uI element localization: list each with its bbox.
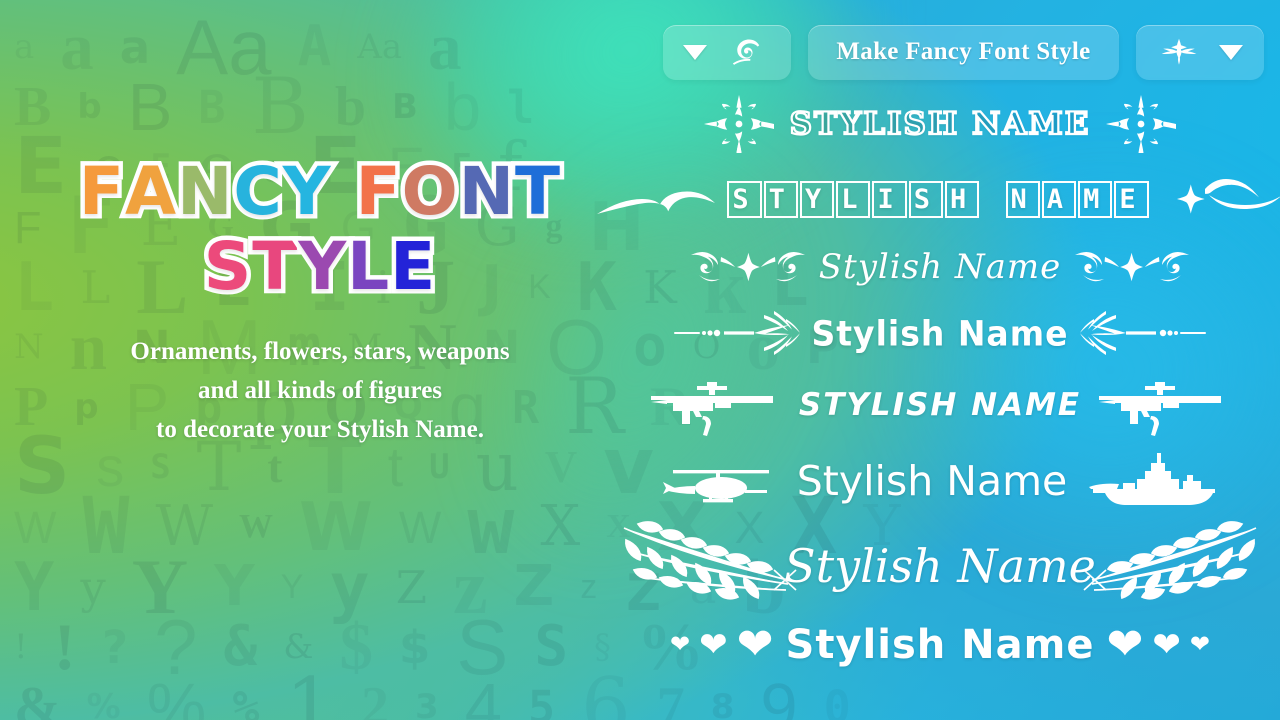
- boxed-letter: A: [1041, 180, 1077, 218]
- helicopter-icon: [659, 452, 777, 510]
- heart-icon: ❤: [1152, 626, 1181, 664]
- font-sample-text: Stylish Name: [784, 539, 1096, 593]
- heart-icon: ❤: [670, 631, 691, 658]
- title-letter: O: [397, 153, 462, 230]
- title-letter: T: [511, 153, 565, 230]
- boxed-letter: L: [836, 180, 871, 218]
- font-sample-text: Stylish Name: [785, 622, 1095, 668]
- font-sample-list: STYLISH NAME S T Y L I S H N A M E Styli…: [597, 88, 1280, 676]
- page-title-line-1: FANCY FONT: [0, 153, 640, 230]
- assault-rifle-icon: [1097, 372, 1231, 438]
- warship-icon: [1087, 451, 1221, 511]
- chevron-down-icon: [1219, 44, 1243, 60]
- winged-flourish-icon: [1161, 38, 1197, 65]
- boxed-letter: H: [945, 180, 980, 218]
- page-title-line-2: STYLE: [0, 227, 640, 305]
- title-letter: F: [74, 153, 128, 230]
- hero-subtitle-line: Ornaments, flowers, stars, weapons: [130, 338, 510, 366]
- title-letter: A: [121, 153, 181, 230]
- font-sample-whimsical[interactable]: Stylish Name: [600, 234, 1280, 300]
- font-sample-rounded[interactable]: Stylish Name: [600, 444, 1280, 518]
- app-canvas: aaaAaAAaaBbBBBbBblEeEeeEEFfFFEGGGGGgHLLL…: [0, 0, 1280, 720]
- font-sample-text: STYLISH NAME: [789, 105, 1091, 143]
- font-sample-western[interactable]: STYLISH NAME: [600, 88, 1280, 160]
- laurel-branch-icon: [1078, 518, 1264, 614]
- flourish-diamond-icon: [1069, 239, 1195, 295]
- boxed-letter: Y: [799, 180, 835, 218]
- font-sample-text: Stylish Name: [796, 457, 1068, 505]
- heart-icon: ❤: [1189, 631, 1210, 658]
- font-sample-text: STYLISH NAME: [727, 180, 1150, 218]
- font-sample-text: Stylish Name: [818, 247, 1062, 287]
- font-sample-military[interactable]: STYLISH NAME: [600, 366, 1280, 444]
- flourish-diamond-icon: [685, 239, 811, 295]
- compass-rose-icon: [1104, 93, 1178, 155]
- heart-ornament-group-right: ❤ ❤ ❤: [1106, 623, 1209, 667]
- title-letter: [332, 160, 356, 225]
- assault-rifle-icon: [649, 372, 783, 438]
- compass-rose-icon: [702, 93, 776, 155]
- chevron-down-icon: [683, 44, 707, 60]
- boxed-letter: S: [908, 180, 943, 218]
- heart-icon: ❤: [736, 620, 774, 669]
- boxed-letter: I: [872, 180, 907, 218]
- title-letter: N: [454, 153, 518, 230]
- sparkle-swoosh-icon: [1161, 173, 1280, 225]
- boxed-letter: N: [1005, 180, 1040, 218]
- page-title: FANCY FONT STYLE: [0, 153, 640, 305]
- font-sample-techno[interactable]: Stylish Name: [600, 300, 1280, 366]
- boxed-letter: E: [1114, 180, 1149, 218]
- toolbar: Make Fancy Font Style: [663, 24, 1264, 80]
- make-fancy-font-style-button[interactable]: Make Fancy Font Style: [808, 24, 1119, 80]
- title-letter: T: [248, 227, 302, 305]
- title-letter: C: [229, 153, 287, 230]
- font-sample-calligraphy[interactable]: Stylish Name: [600, 518, 1280, 614]
- title-letter: Y: [294, 227, 351, 305]
- title-letter: S: [199, 227, 255, 305]
- font-sample-hearts[interactable]: ❤ ❤ ❤ Stylish Name ❤ ❤ ❤: [600, 614, 1280, 676]
- decoration-picker-button[interactable]: [1136, 24, 1264, 80]
- ornament-picker-button[interactable]: [663, 24, 791, 80]
- boxed-letter: T: [763, 180, 798, 218]
- title-letter: F: [351, 153, 405, 230]
- swoosh-wave-icon: [595, 174, 717, 224]
- heart-ornament-group-left: ❤ ❤ ❤: [670, 623, 773, 667]
- title-letter: N: [173, 153, 237, 230]
- heart-icon: ❤: [699, 626, 728, 664]
- make-fancy-font-style-label: Make Fancy Font Style: [836, 38, 1091, 65]
- hero-subtitle: Ornaments, flowers, stars, weapons and al…: [0, 333, 640, 449]
- heart-icon: ❤: [1106, 620, 1144, 669]
- font-sample-text: Stylish Name: [811, 312, 1069, 354]
- hero-panel: FANCY FONT STYLE Ornaments, flowers, sta…: [0, 153, 640, 450]
- hero-subtitle-line: to decorate your Stylish Name.: [156, 415, 484, 443]
- boxed-letter: S: [727, 180, 762, 218]
- hero-subtitle-line: and all kinds of figures: [197, 377, 443, 405]
- laurel-branch-icon: [616, 518, 802, 614]
- title-letter: Y: [278, 153, 335, 230]
- title-letter: E: [386, 227, 440, 305]
- feather-line-icon: [1072, 305, 1208, 361]
- font-sample-text: STYLISH NAME: [798, 387, 1082, 423]
- spiral-flourish-icon: [732, 39, 760, 65]
- boxed-letter: M: [1078, 180, 1113, 218]
- feather-line-icon: [672, 305, 808, 361]
- font-sample-boxed[interactable]: STYLISH NAME: [597, 164, 1280, 234]
- title-letter: L: [343, 227, 394, 305]
